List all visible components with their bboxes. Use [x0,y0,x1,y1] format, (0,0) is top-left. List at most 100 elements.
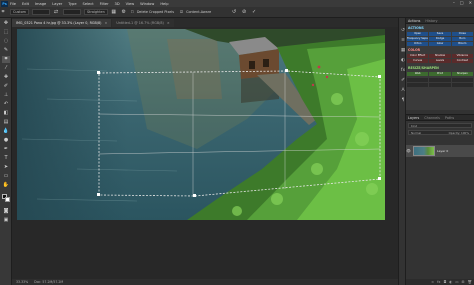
new-layer-icon[interactable]: ⊞ [462,280,465,284]
action-slot[interactable] [407,83,429,87]
settings-gear-icon[interactable]: ⚙ [121,9,127,15]
action-button[interactable]: Dodge [429,37,451,41]
screen-mode-icon[interactable]: ▣ [2,217,10,224]
dodge-tool-icon[interactable]: ● [2,137,10,144]
menu-edit[interactable]: Edit [22,2,29,6]
menu-view[interactable]: View [126,2,135,6]
content-aware-checkbox[interactable]: ☑ [180,10,183,14]
crop-tool-icon[interactable]: ⌗ [2,56,10,63]
pen-tool-icon[interactable]: ✒ [2,146,10,153]
action-button[interactable]: Frequency Separation [407,37,429,41]
action-button[interactable]: Open [407,32,429,36]
blur-tool-icon[interactable]: 💧 [2,128,10,135]
lasso-tool-icon[interactable]: ◌ [2,38,10,45]
link-layers-icon[interactable]: ∞ [431,280,434,284]
gradient-tool-icon[interactable]: ▤ [2,119,10,126]
height-field[interactable] [63,9,81,15]
stamp-tool-icon[interactable]: ⊥ [2,92,10,99]
healing-tool-icon[interactable]: ✚ [2,74,10,81]
path-select-icon[interactable]: ➤ [2,164,10,171]
action-button[interactable]: Save [429,32,451,36]
marquee-tool-icon[interactable]: ⬚ [2,29,10,36]
doc-size: Doc: 57.2M/57.2M [34,280,64,284]
layer-name[interactable]: Layer 0 [437,149,448,153]
swap-icon[interactable]: ⇄ [53,9,59,15]
canvas-area[interactable] [12,27,398,279]
eraser-tool-icon[interactable]: ◧ [2,110,10,117]
type-tool-icon[interactable]: T [2,155,10,162]
action-slot[interactable] [429,83,451,87]
menu-image[interactable]: Image [35,2,46,6]
hand-tool-icon[interactable]: ✋ [2,182,10,189]
visibility-eye-icon[interactable]: 👁 [406,149,411,153]
reset-icon[interactable]: ↺ [231,9,237,15]
action-button[interactable]: Web [407,72,429,76]
ratio-select[interactable]: Custom [10,9,29,15]
action-button[interactable]: Vibrance [451,54,473,58]
layer-row[interactable]: 👁 Layer 0 [406,145,474,157]
straighten-button[interactable]: Straighten [84,9,108,15]
move-tool-icon[interactable]: ✥ [2,20,10,27]
quick-select-tool-icon[interactable]: ✎ [2,47,10,54]
action-slot[interactable] [451,83,473,87]
tab-paths[interactable]: Paths [445,116,454,120]
action-button[interactable]: Glow [429,42,451,46]
action-button[interactable]: Curves [407,59,429,63]
action-slot[interactable] [407,78,429,82]
menu-file[interactable]: File [10,2,16,6]
action-button[interactable]: Sharpen [451,72,473,76]
blend-mode-select[interactable]: Normal [411,131,421,135]
maximize-button[interactable]: □ [460,0,464,5]
action-button[interactable]: Shadow [429,54,451,58]
layer-filter-select[interactable]: Kind [408,123,472,128]
commit-check-icon[interactable]: ✓ [251,9,257,15]
action-button[interactable]: Close [451,32,473,36]
section-title: COLOR [408,48,421,52]
overlay-grid-icon[interactable]: ▦ [111,9,117,15]
menu-select[interactable]: Select [83,2,94,6]
menu-layer[interactable]: Layer [52,2,62,6]
brush-tool-icon[interactable]: ✐ [2,83,10,90]
action-slot[interactable] [429,78,451,82]
action-button[interactable]: Contrast [451,59,473,63]
width-field[interactable] [32,9,50,15]
shape-tool-icon[interactable]: ▭ [2,173,10,180]
opacity-field[interactable]: Opacity: 100% [449,131,469,135]
close-tab-icon[interactable]: × [105,21,108,25]
minimize-button[interactable]: – [453,0,455,5]
close-tab-icon[interactable]: × [167,21,170,25]
menu-help[interactable]: Help [160,2,168,6]
menu-3d[interactable]: 3D [115,2,120,6]
close-window-button[interactable]: ✕ [469,0,472,5]
background-color-swatch[interactable] [5,197,10,202]
action-button[interactable]: Levels [429,59,451,63]
tab-actions[interactable]: Actions [408,19,420,23]
add-mask-icon[interactable]: ◘ [443,280,446,284]
action-slot[interactable] [451,78,473,82]
tab-document-1[interactable]: IMG_0321 Pano 4 hr.jpg @ 33.3% (Layer 0,… [12,19,112,27]
action-button[interactable]: Bloom [451,42,473,46]
content-aware-label: Content-Aware [186,10,212,14]
menu-type[interactable]: Type [68,2,76,6]
action-button[interactable]: Orton [407,42,429,46]
tab-layers[interactable]: Layers [408,116,419,120]
history-brush-icon[interactable]: ↶ [2,101,10,108]
action-button[interactable]: Burn [451,37,473,41]
adjustment-layer-icon[interactable]: ◐ [449,280,452,284]
delete-cropped-pixels-checkbox[interactable]: ☐ [131,10,134,14]
tab-document-2[interactable]: Untitled-1 @ 16.7% (RGB/8) × [112,19,174,27]
quick-mask-icon[interactable]: ◙ [2,208,10,215]
menu-window[interactable]: Window [140,2,154,6]
tab-channels[interactable]: Channels [424,116,440,120]
zoom-level[interactable]: 33.33% [16,280,28,284]
eyedropper-tool-icon[interactable]: ⁄ [2,65,10,72]
action-button[interactable]: Print [429,72,451,76]
menu-filter[interactable]: Filter [100,2,109,6]
layer-style-icon[interactable]: fx [437,280,440,284]
action-button[interactable]: Color Effect [407,54,429,58]
delete-layer-icon[interactable]: 🗑 [468,280,472,284]
resize-sharpen-section: RESIZE/SHARPEN Web Print Sharpen [407,66,473,87]
new-group-icon[interactable]: ▭ [455,280,458,284]
cancel-icon[interactable]: ⊘ [241,9,247,15]
tab-history[interactable]: History [425,19,437,23]
